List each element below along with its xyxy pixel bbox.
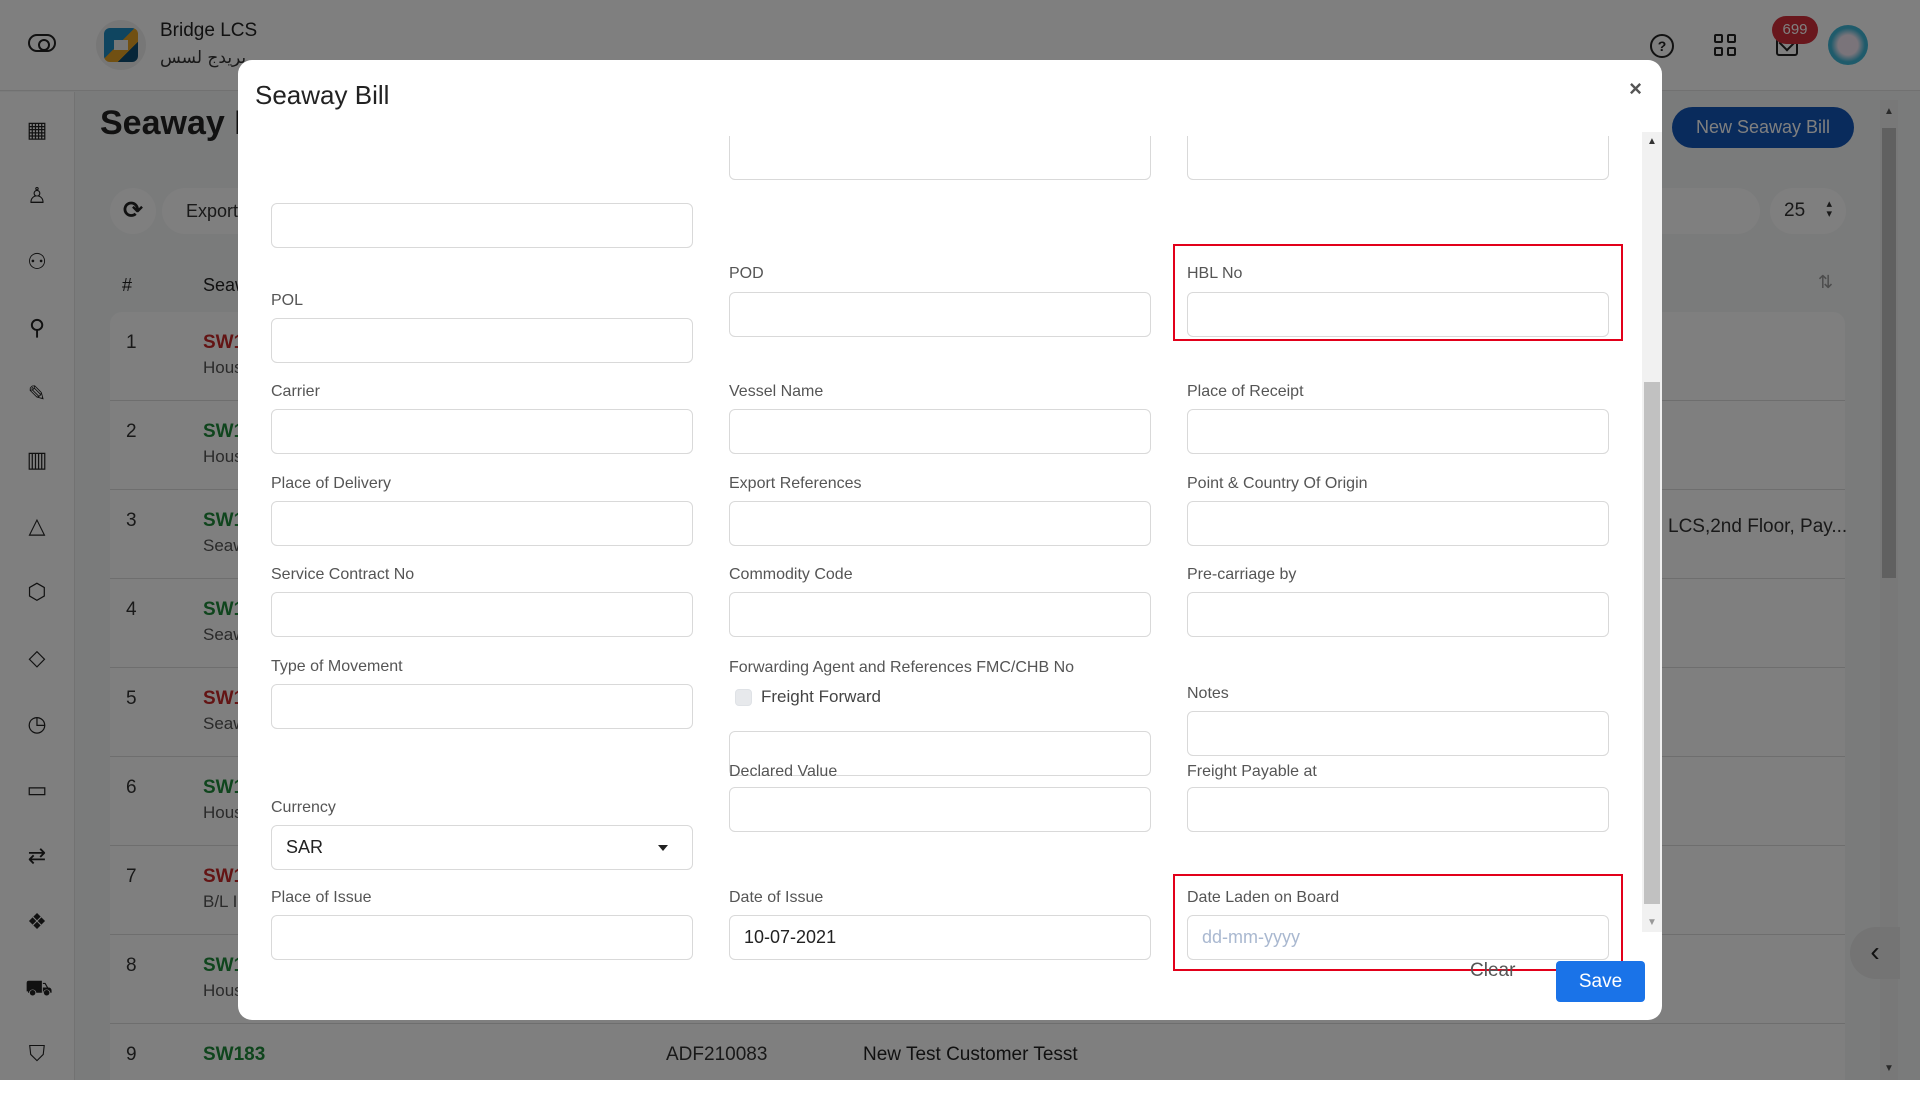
pre-carriage-by-input[interactable] <box>1187 592 1609 637</box>
freight-payable-at-label: Freight Payable at <box>1187 763 1317 781</box>
place-of-issue-input[interactable] <box>271 915 693 960</box>
unlabeled-input-col1[interactable] <box>271 203 693 248</box>
carrier-input[interactable] <box>271 409 693 454</box>
modal-scrollbar[interactable]: ▲ ▼ <box>1642 132 1662 932</box>
hbl-no-label: HBL No <box>1187 265 1242 283</box>
modal-form: POL Carrier Place of Delivery Service Co… <box>238 136 1662 1002</box>
place-of-delivery-input[interactable] <box>271 501 693 546</box>
carrier-label: Carrier <box>271 383 320 401</box>
currency-select[interactable]: SAR <box>271 825 693 870</box>
freight-forward-checkbox[interactable] <box>735 689 752 706</box>
date-laden-on-board-input[interactable]: dd-mm-yyyy <box>1187 915 1609 960</box>
commodity-code-input[interactable] <box>729 592 1151 637</box>
place-of-delivery-label: Place of Delivery <box>271 475 391 493</box>
type-of-movement-label: Type of Movement <box>271 658 403 676</box>
scroll-up-icon[interactable]: ▲ <box>1647 136 1657 147</box>
pol-label: POL <box>271 292 303 310</box>
date-laden-on-board-label: Date Laden on Board <box>1187 889 1339 907</box>
place-of-receipt-label: Place of Receipt <box>1187 383 1304 401</box>
freight-forward-label: Freight Forward <box>761 687 881 707</box>
pod-label: POD <box>729 265 764 283</box>
freight-payable-at-input[interactable] <box>1187 787 1609 832</box>
unlabeled-input-col3[interactable] <box>1187 136 1609 180</box>
scroll-down-icon[interactable]: ▼ <box>1647 917 1657 928</box>
export-references-input[interactable] <box>729 501 1151 546</box>
close-icon[interactable]: × <box>1629 76 1642 102</box>
point-country-origin-label: Point & Country Of Origin <box>1187 475 1368 493</box>
hbl-no-input[interactable] <box>1187 292 1609 337</box>
unlabeled-input-col2[interactable] <box>729 136 1151 180</box>
dropdown-caret-icon <box>658 845 668 851</box>
date-laden-placeholder: dd-mm-yyyy <box>1202 927 1300 947</box>
currency-label: Currency <box>271 799 336 817</box>
modal-scroll-thumb[interactable] <box>1644 382 1660 904</box>
notes-label: Notes <box>1187 685 1229 703</box>
commodity-code-label: Commodity Code <box>729 566 853 584</box>
vessel-name-label: Vessel Name <box>729 383 823 401</box>
type-of-movement-input[interactable] <box>271 684 693 729</box>
place-of-issue-label: Place of Issue <box>271 889 372 907</box>
date-of-issue-label: Date of Issue <box>729 889 823 907</box>
forwarding-agent-label: Forwarding Agent and References FMC/CHB … <box>729 659 1074 677</box>
declared-value-label: Declared Value <box>729 763 837 781</box>
declared-value-input[interactable] <box>729 787 1151 832</box>
currency-value: SAR <box>286 837 323 857</box>
seaway-bill-modal: Seaway Bill × POL Carrier Place of Deliv… <box>238 60 1662 1020</box>
vessel-name-input[interactable] <box>729 409 1151 454</box>
date-of-issue-input[interactable]: 10-07-2021 <box>729 915 1151 960</box>
save-button[interactable]: Save <box>1556 961 1645 1002</box>
service-contract-no-input[interactable] <box>271 592 693 637</box>
pol-input[interactable] <box>271 318 693 363</box>
modal-title: Seaway Bill <box>255 80 389 111</box>
point-country-origin-input[interactable] <box>1187 501 1609 546</box>
pod-input[interactable] <box>729 292 1151 337</box>
notes-input[interactable] <box>1187 711 1609 756</box>
service-contract-no-label: Service Contract No <box>271 566 414 584</box>
pre-carriage-by-label: Pre-carriage by <box>1187 566 1296 584</box>
export-references-label: Export References <box>729 475 862 493</box>
clear-button[interactable]: Clear <box>1470 960 1515 982</box>
place-of-receipt-input[interactable] <box>1187 409 1609 454</box>
